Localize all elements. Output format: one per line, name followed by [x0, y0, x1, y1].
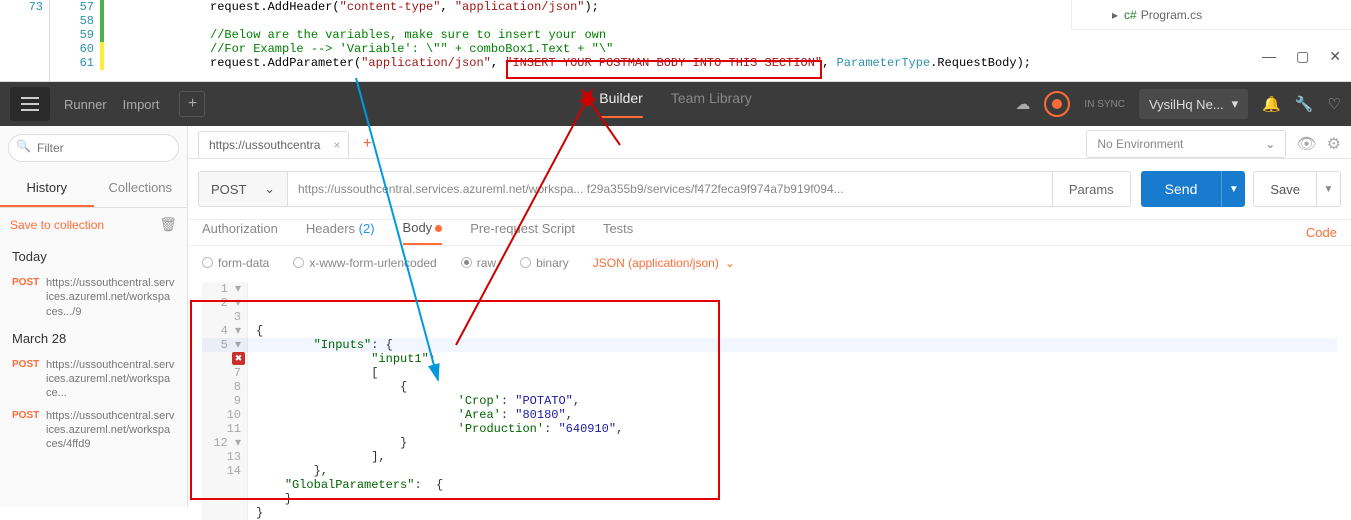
- save-dropdown[interactable]: ▼: [1317, 171, 1341, 207]
- csharp-icon: c#: [1124, 8, 1137, 22]
- eye-icon[interactable]: 👁: [1296, 134, 1316, 154]
- chevron-right-icon: ▸: [1112, 8, 1118, 22]
- filter-input[interactable]: [8, 134, 179, 162]
- history-url: https://ussouthcentral.services.azureml.…: [46, 276, 175, 319]
- postman-toolbar: Runner Import + Builder Team Library ☁ I…: [0, 82, 1351, 126]
- team-library-tab[interactable]: Team Library: [671, 90, 752, 118]
- save-button[interactable]: Save: [1253, 171, 1317, 207]
- chevron-down-icon: ⌄: [1265, 137, 1275, 151]
- history-item[interactable]: POST https://ussouthcentral.services.azu…: [0, 272, 187, 323]
- add-tab-button[interactable]: +: [357, 135, 377, 153]
- builder-tab[interactable]: Builder: [599, 90, 643, 118]
- sync-status: IN SYNC: [1084, 99, 1125, 110]
- gear-icon[interactable]: ⚙: [1327, 134, 1341, 154]
- wrench-icon[interactable]: 🔧: [1295, 95, 1314, 113]
- authorization-tab[interactable]: Authorization: [202, 221, 278, 244]
- method-selector[interactable]: POST⌄: [198, 171, 288, 207]
- close-tab-icon[interactable]: ×: [333, 138, 340, 152]
- new-tab-button[interactable]: +: [179, 91, 205, 117]
- chevron-down-icon: ⌄: [725, 256, 735, 270]
- history-tab[interactable]: History: [0, 170, 94, 207]
- history-group-label: Today: [0, 241, 187, 272]
- tests-tab[interactable]: Tests: [603, 221, 633, 244]
- body-content[interactable]: ✖ { "Inputs": { "input1": [ { 'Crop': "P…: [248, 282, 1337, 520]
- cloud-icon[interactable]: ☁: [1015, 95, 1030, 113]
- collections-tab[interactable]: Collections: [94, 170, 188, 207]
- chevron-down-icon: ⌄: [264, 181, 275, 197]
- history-item[interactable]: POST https://ussouthcentral.services.azu…: [0, 354, 187, 405]
- headers-tab[interactable]: Headers (2): [306, 221, 375, 244]
- body-editor[interactable]: 1 ▾2 ▾34 ▾5 ▾6789101112 ▾1314 ✖ { "Input…: [202, 282, 1337, 520]
- hamburger-icon[interactable]: [10, 87, 50, 121]
- params-button[interactable]: Params: [1053, 171, 1131, 207]
- cs-gutter: 73 57 58 59 60 61: [0, 0, 110, 81]
- url-input[interactable]: https://ussouthcentral.services.azureml.…: [288, 171, 1053, 207]
- history-item[interactable]: POST https://ussouthcentral.services.azu…: [0, 405, 187, 456]
- generate-code-link[interactable]: Code: [1306, 225, 1337, 240]
- save-to-collection-link[interactable]: Save to collection: [10, 218, 104, 232]
- trash-icon[interactable]: 🗑: [159, 216, 177, 233]
- urlencoded-radio[interactable]: x-www-form-urlencoded: [293, 256, 436, 270]
- history-group-label: March 28: [0, 323, 187, 354]
- error-icon: ✖: [232, 352, 245, 365]
- formdata-radio[interactable]: form-data: [202, 256, 269, 270]
- gutter-left: 73: [0, 0, 43, 14]
- close-button[interactable]: ✕: [1329, 48, 1341, 65]
- sync-icon[interactable]: [1044, 91, 1070, 117]
- minimize-button[interactable]: —: [1262, 48, 1276, 64]
- maximize-button[interactable]: ▢: [1296, 48, 1309, 65]
- workspace-selector[interactable]: VysilHq Ne...▾: [1139, 89, 1248, 119]
- window-controls: — ▢ ✕: [1221, 42, 1351, 70]
- body-tab[interactable]: Body: [403, 220, 443, 245]
- prerequest-tab[interactable]: Pre-request Script: [470, 221, 575, 244]
- runner-button[interactable]: Runner: [64, 97, 107, 112]
- unsaved-dot-icon: [435, 225, 442, 232]
- request-area: https://ussouthcentra × + No Environment…: [188, 126, 1351, 507]
- cs-code[interactable]: request.AddHeader("content-type", "appli…: [110, 0, 1031, 81]
- heart-icon[interactable]: ♡: [1328, 95, 1341, 113]
- send-button[interactable]: Send: [1141, 171, 1222, 207]
- sidebar: History Collections Save to collection 🗑…: [0, 126, 188, 507]
- body-gutter: 1 ▾2 ▾34 ▾5 ▾6789101112 ▾1314: [202, 282, 248, 520]
- import-button[interactable]: Import: [123, 97, 160, 112]
- environment-selector[interactable]: No Environment⌄: [1086, 130, 1286, 158]
- request-tab[interactable]: https://ussouthcentra ×: [198, 131, 349, 158]
- content-type-selector[interactable]: JSON (application/json)⌄: [593, 256, 735, 270]
- bell-icon[interactable]: 🔔: [1262, 95, 1281, 113]
- method-badge: POST: [12, 276, 46, 319]
- line-number: 57: [50, 0, 94, 14]
- file-name: Program.cs: [1141, 8, 1202, 22]
- raw-radio[interactable]: raw: [461, 256, 496, 270]
- binary-radio[interactable]: binary: [520, 256, 569, 270]
- solution-file[interactable]: ▸ c# Program.cs: [1071, 0, 1351, 30]
- send-dropdown[interactable]: ▼: [1221, 171, 1245, 207]
